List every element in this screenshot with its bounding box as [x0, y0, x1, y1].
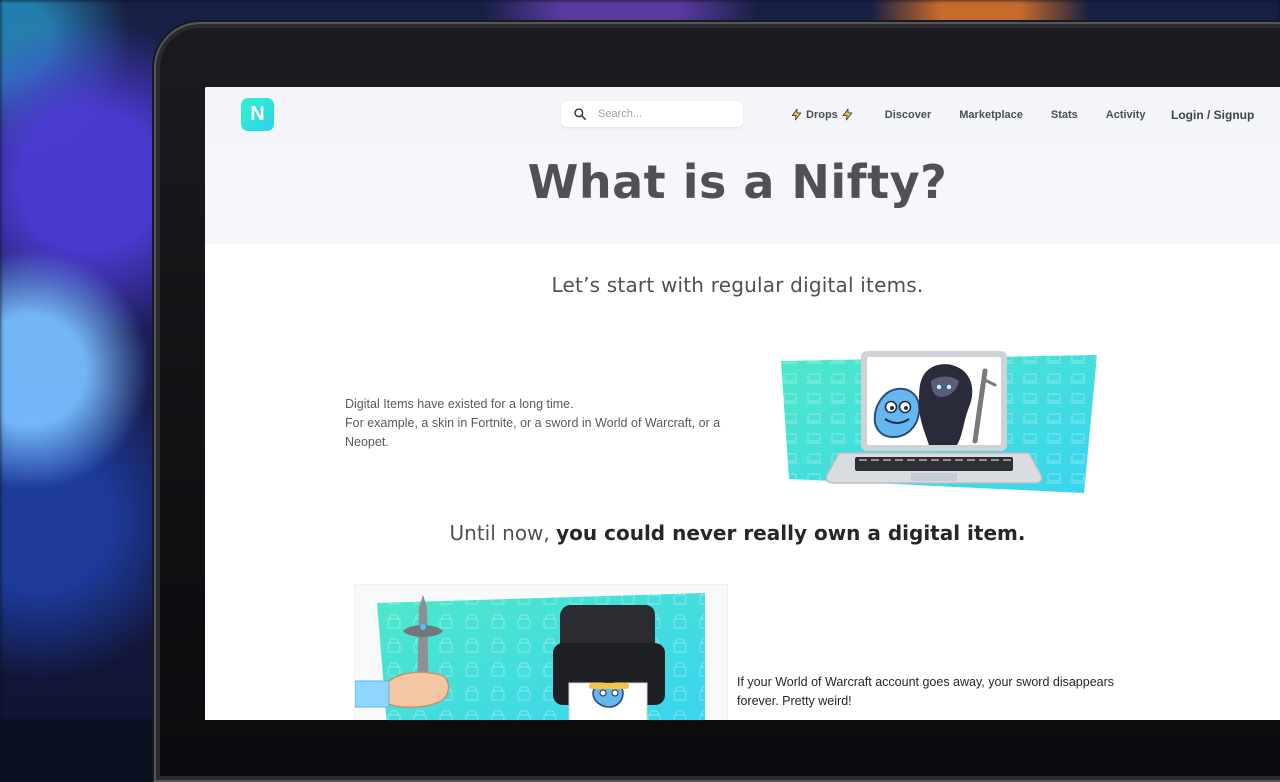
nifty-logo[interactable]: N [241, 98, 274, 131]
headline-bold: you could never really own a digital ite… [556, 521, 1026, 545]
browser-screen: N Drops [205, 87, 1280, 720]
login-signup-link[interactable]: Login / Signup [1171, 87, 1254, 142]
laptop-characters-illustration [779, 349, 1099, 499]
paragraph-line: Digital Items have existed for a long ti… [345, 397, 574, 411]
nav-drops[interactable]: Drops [787, 87, 871, 142]
lightning-bolt-icon [790, 108, 803, 121]
nav-marketplace[interactable]: Marketplace [945, 87, 1037, 142]
nav-links: Drops Discover Marketplace Stats Activit… [787, 87, 1160, 142]
printer-sword-illustration [355, 585, 727, 720]
lightning-bolt-icon [841, 108, 854, 121]
paragraph-line: For example, a skin in Fortnite, or a sw… [345, 416, 721, 449]
headline-prefix: Until now, [449, 521, 557, 545]
nav-discover[interactable]: Discover [871, 87, 945, 142]
nav-activity[interactable]: Activity [1092, 87, 1160, 142]
nav-drops-label: Drops [806, 108, 838, 121]
top-navigation: N Drops [205, 87, 1280, 143]
nav-stats[interactable]: Stats [1037, 87, 1092, 142]
ownership-headline: Until now, you could never really own a … [205, 521, 1270, 545]
section-subtitle: Let’s start with regular digital items. [551, 273, 924, 297]
page-title: What is a Nifty? [527, 155, 948, 209]
search-input[interactable] [596, 107, 740, 121]
search-box[interactable] [561, 101, 743, 127]
warcraft-paragraph: If your World of Warcraft account goes a… [737, 675, 1115, 708]
search-icon [568, 102, 592, 126]
digital-items-paragraph: Digital Items have existed for a long ti… [345, 395, 765, 452]
